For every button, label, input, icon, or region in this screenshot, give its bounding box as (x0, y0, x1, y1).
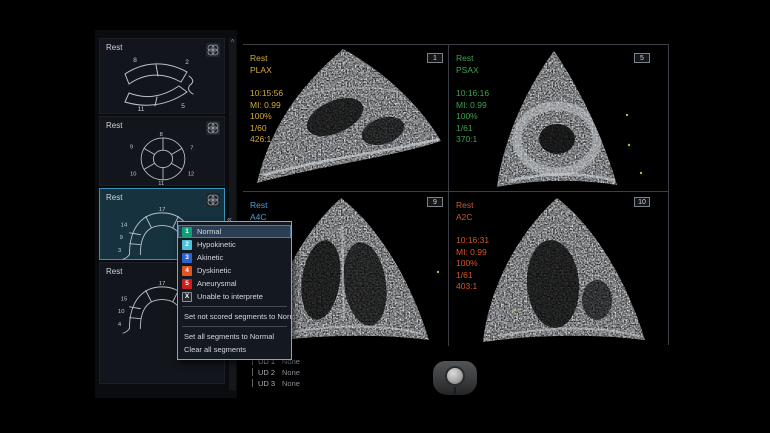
panel-state-label: Rest (106, 193, 122, 202)
quadrant-a2c[interactable]: Rest A2C 10:16:31 MI: 0.99 100% 1/61 403… (449, 192, 669, 346)
menu-item-label: Akinetic (197, 253, 223, 262)
bullseye-icon[interactable] (206, 121, 220, 135)
svg-text:3: 3 (118, 248, 122, 254)
quadrant-info: Rest PSAX 10:16:16 MI: 0.99 100% 1/61 37… (456, 53, 489, 146)
score-x-icon: X (182, 292, 192, 302)
menu-item-hypokinetic[interactable]: 2 Hypokinetic (178, 238, 291, 251)
view-label: A2C (456, 212, 489, 224)
depth-scale-marks (437, 271, 439, 273)
svg-text:10: 10 (130, 172, 136, 178)
ud-value: None (282, 379, 300, 388)
svg-text:11: 11 (158, 181, 164, 186)
quadrant-psax[interactable]: Rest PSAX 10:16:16 MI: 0.99 100% 1/61 37… (449, 45, 669, 191)
svg-text:15: 15 (121, 296, 128, 302)
quadrant-info: Rest A4C (250, 200, 267, 223)
view-panel-plax[interactable]: Rest 8 2 11 5 (99, 38, 225, 114)
quadrant-plax[interactable]: Rest PLAX 10:15:56 MI: 0.99 100% 1/60 42… (243, 45, 448, 191)
state-label: Rest (456, 200, 489, 212)
menu-item-set-all-normal[interactable]: Set all segments to Normal (178, 330, 291, 343)
depth-scale-marks (514, 309, 516, 311)
ud-name: UD 2 (258, 368, 282, 377)
app-screen: Rest 8 2 11 5 Rest (0, 0, 770, 433)
svg-text:9: 9 (120, 235, 123, 241)
panel-state-label: Rest (106, 267, 122, 276)
panel-state-label: Rest (106, 121, 122, 130)
state-label: Rest (250, 53, 283, 65)
quadrant-info: Rest PLAX 10:15:56 MI: 0.99 100% 1/60 42… (250, 53, 283, 146)
sax-segment-diagram: 8 7 12 11 10 9 (100, 130, 226, 186)
svg-text:11: 11 (138, 106, 145, 112)
svg-text:5: 5 (181, 103, 185, 110)
view-panel-sax[interactable]: Rest 8 7 12 11 10 9 (99, 116, 225, 186)
svg-text:8: 8 (133, 57, 137, 64)
svg-text:7: 7 (190, 145, 193, 151)
menu-item-aneurysmal[interactable]: 5 Aneurysmal (178, 277, 291, 290)
acquisition-stats: 10:15:56 MI: 0.99 100% 1/60 426:1 (250, 88, 283, 146)
quadrant-number-badge: 10 (634, 197, 650, 207)
menu-item-label: Aneurysmal (197, 279, 237, 288)
ud-row: UD 2 None (252, 368, 300, 376)
quadrant-number-badge: 1 (427, 53, 443, 63)
menu-item-akinetic[interactable]: 3 Akinetic (178, 251, 291, 264)
menu-item-unable-to-interprete[interactable]: X Unable to interprete (178, 290, 291, 303)
score-2-icon: 2 (182, 240, 192, 250)
user-defined-labels: UD 1 None UD 2 None UD 3 None (252, 357, 300, 390)
view-label: PLAX (250, 65, 283, 77)
bullseye-icon[interactable] (206, 43, 220, 57)
ud-value: None (282, 368, 300, 377)
svg-text:12: 12 (188, 172, 194, 178)
menu-separator (182, 306, 287, 307)
panel-state-label: Rest (106, 43, 122, 52)
trackball-notch (454, 387, 456, 394)
svg-text:9: 9 (130, 144, 133, 150)
wall-motion-score-menu: 1 Normal 2 Hypokinetic 3 Akinetic 4 Dysk… (177, 221, 292, 360)
quad-display: Rest PLAX 10:15:56 MI: 0.99 100% 1/60 42… (243, 44, 669, 345)
svg-text:10: 10 (118, 309, 125, 315)
quadrant-info: Rest A2C 10:16:31 MI: 0.99 100% 1/61 403… (456, 200, 489, 293)
quadrant-number-badge: 5 (634, 53, 650, 63)
svg-text:14: 14 (121, 222, 128, 228)
svg-text:17: 17 (159, 281, 166, 287)
menu-item-label: Normal (197, 227, 221, 236)
menu-item-clear-all-segments[interactable]: Clear all segments (178, 343, 291, 356)
svg-text:4: 4 (118, 322, 122, 328)
menu-item-label: Dyskinetic (197, 266, 231, 275)
depth-scale-marks (626, 114, 642, 174)
trackball-icon (433, 361, 477, 395)
plax-segment-diagram: 8 2 11 5 (103, 52, 221, 112)
menu-item-normal[interactable]: 1 Normal (178, 225, 291, 238)
menu-item-label: Hypokinetic (197, 240, 236, 249)
bullseye-icon[interactable] (206, 193, 220, 207)
quadrant-number-badge: 9 (427, 197, 443, 207)
view-label: PSAX (456, 65, 489, 77)
svg-text:2: 2 (185, 59, 189, 66)
quad-divider-vertical (448, 45, 449, 346)
score-3-icon: 3 (182, 253, 192, 263)
score-5-icon: 5 (182, 279, 192, 289)
state-label: Rest (456, 53, 489, 65)
acquisition-stats: 10:16:16 MI: 0.99 100% 1/61 370:1 (456, 88, 489, 146)
ud-row: UD 3 None (252, 379, 300, 387)
acquisition-stats: 10:16:31 MI: 0.99 100% 1/61 403:1 (456, 235, 489, 293)
svg-text:17: 17 (159, 207, 166, 213)
svg-text:8: 8 (160, 132, 163, 138)
menu-item-set-not-scored-normal[interactable]: Set not scored segments to Normal (178, 310, 291, 323)
ud-name: UD 3 (258, 379, 282, 388)
menu-item-label: Unable to interprete (197, 292, 263, 301)
score-1-icon: 1 (182, 227, 192, 237)
scroll-up-icon[interactable]: ˄ (229, 39, 236, 45)
trackball-ball (445, 366, 465, 386)
state-label: Rest (250, 200, 267, 212)
menu-separator (182, 326, 287, 327)
score-4-icon: 4 (182, 266, 192, 276)
menu-item-dyskinetic[interactable]: 4 Dyskinetic (178, 264, 291, 277)
quad-divider-horizontal (243, 191, 669, 192)
